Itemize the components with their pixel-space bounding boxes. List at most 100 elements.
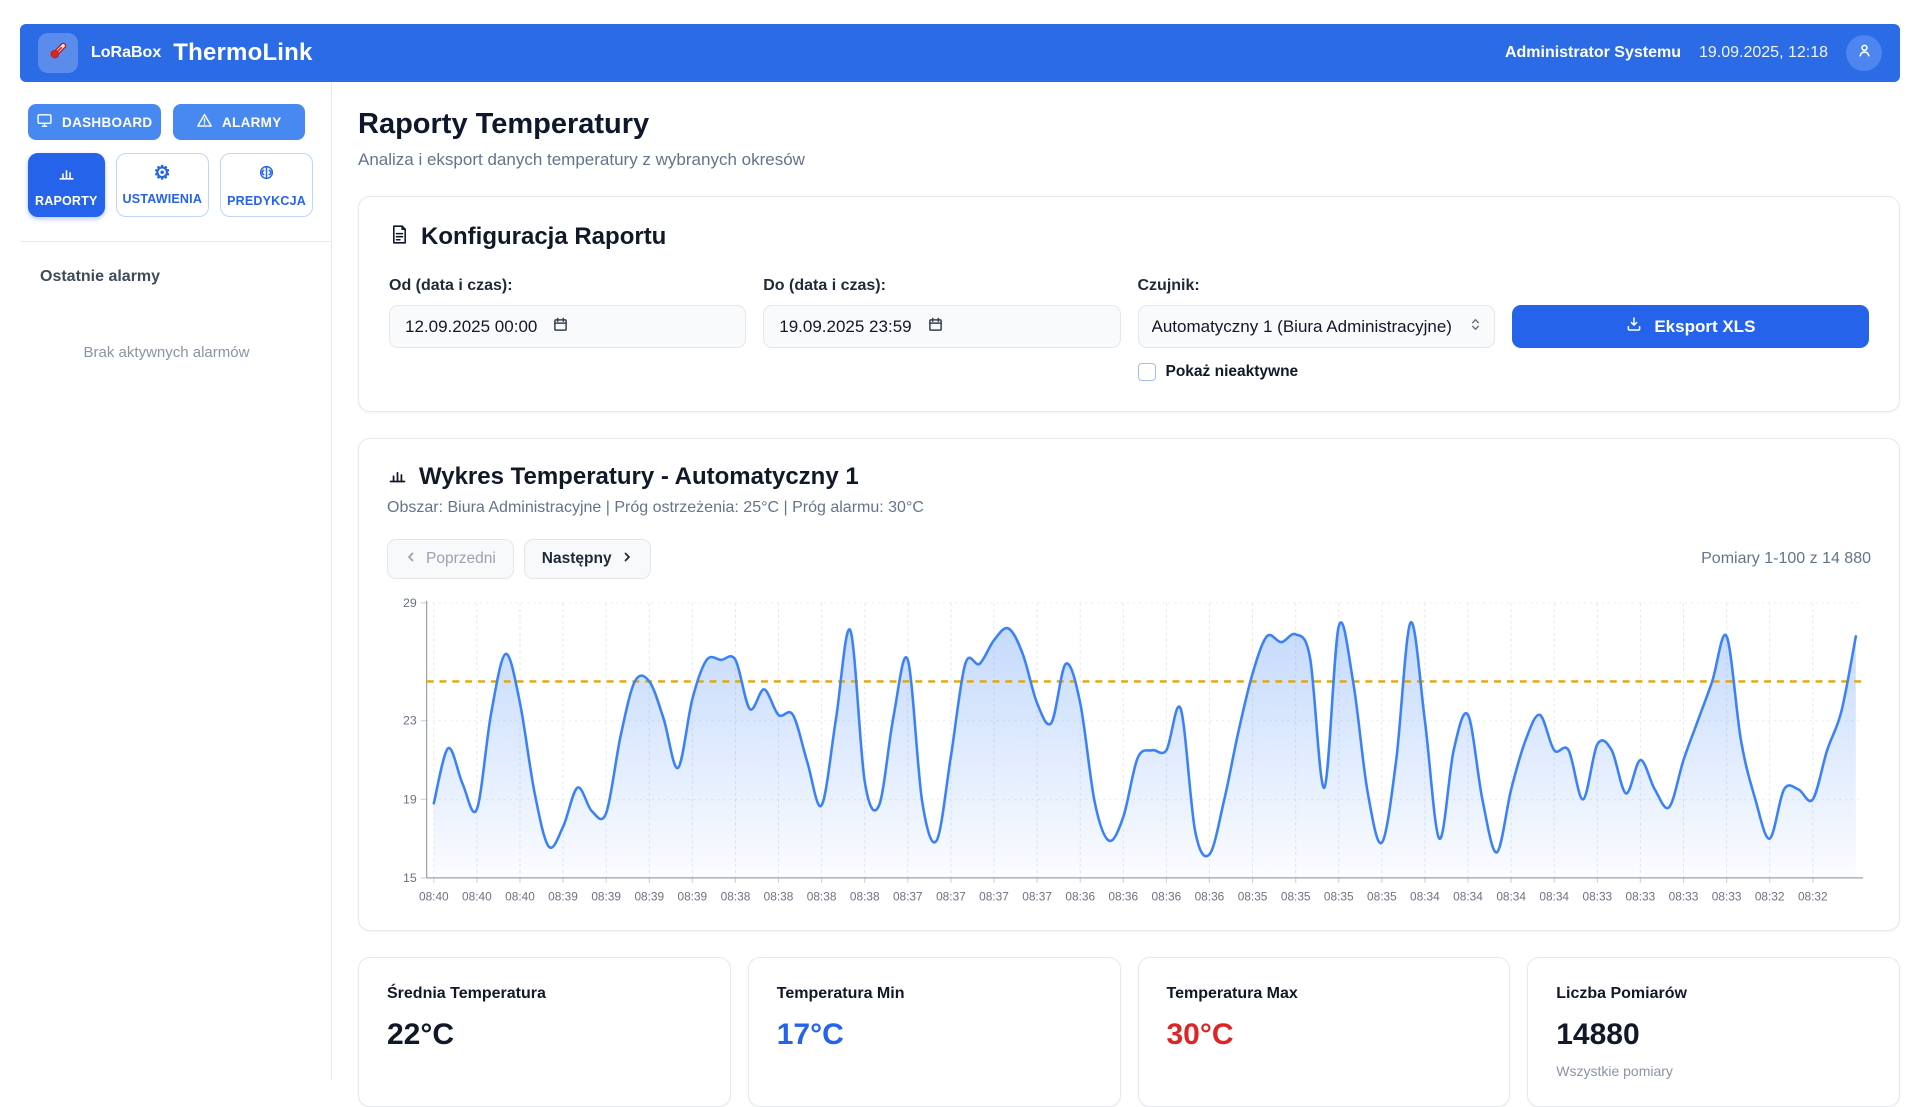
header-datetime: 19.09.2025, 12:18 <box>1699 44 1828 62</box>
alarms-heading: Ostatnie alarmy <box>28 268 305 286</box>
calendar-icon[interactable] <box>928 317 943 337</box>
to-datetime-input[interactable]: 19.09.2025 23:59 <box>763 305 1120 348</box>
svg-text:08:38: 08:38 <box>850 890 880 904</box>
stat-card-average: Średnia Temperatura 22°C <box>358 957 731 1107</box>
svg-text:15: 15 <box>403 871 417 885</box>
page-root: LoRaBox ThermoLink Administrator Systemu… <box>0 0 1920 1080</box>
sidebar-item-label: DASHBOARD <box>62 115 152 130</box>
svg-text:08:39: 08:39 <box>591 890 621 904</box>
sidebar-item-ustawienia[interactable]: ⚙ USTAWIENIA <box>116 153 210 217</box>
chevron-up-down-icon <box>1470 317 1481 337</box>
svg-text:08:35: 08:35 <box>1367 890 1397 904</box>
sidebar-item-predykcja[interactable]: PREDYKCJA <box>220 153 313 217</box>
svg-text:08:33: 08:33 <box>1582 890 1612 904</box>
sidebar-item-label: PREDYKCJA <box>227 194 306 208</box>
svg-text:08:36: 08:36 <box>1152 890 1182 904</box>
stat-card-count: Liczba Pomiarów 14880 Wszystkie pomiary <box>1527 957 1900 1107</box>
sidebar-item-alarmy[interactable]: ALARMY <box>173 104 306 140</box>
sensor-select-value: Automatyczny 1 (Biura Administracyjne) <box>1152 317 1452 337</box>
from-datetime-input[interactable]: 12.09.2025 00:00 <box>389 305 746 348</box>
stat-value: 14880 <box>1556 1018 1871 1052</box>
svg-text:23: 23 <box>403 714 417 728</box>
sensor-select[interactable]: Automatyczny 1 (Biura Administracyjne) <box>1138 305 1495 348</box>
gear-icon: ⚙ <box>154 164 171 183</box>
svg-text:08:35: 08:35 <box>1281 890 1311 904</box>
page-title: Raporty Temperatury <box>358 108 1900 141</box>
alarms-empty-text: Brak aktywnych alarmów <box>28 344 305 361</box>
export-button-label: Eksport XLS <box>1654 317 1755 337</box>
svg-text:08:37: 08:37 <box>893 890 923 904</box>
sidebar-item-dashboard[interactable]: DASHBOARD <box>28 104 161 140</box>
svg-text:08:38: 08:38 <box>721 890 751 904</box>
brain-icon <box>257 163 276 185</box>
export-xls-button[interactable]: Eksport XLS <box>1512 305 1869 348</box>
from-label: Od (data i czas): <box>389 277 746 295</box>
show-inactive-checkbox[interactable] <box>1138 363 1156 381</box>
stat-label: Średnia Temperatura <box>387 985 702 1003</box>
show-inactive-label[interactable]: Pokaż nieaktywne <box>1166 363 1299 381</box>
svg-text:08:33: 08:33 <box>1712 890 1742 904</box>
svg-text:08:34: 08:34 <box>1410 890 1440 904</box>
document-icon <box>389 224 410 250</box>
pagination-info: Pomiary 1-100 z 14 880 <box>1701 550 1871 568</box>
svg-text:08:39: 08:39 <box>677 890 707 904</box>
svg-text:08:39: 08:39 <box>548 890 578 904</box>
previous-button-label: Poprzedni <box>426 550 496 568</box>
from-datetime-value: 12.09.2025 00:00 <box>405 317 537 337</box>
svg-text:08:34: 08:34 <box>1539 890 1569 904</box>
svg-text:29: 29 <box>403 596 417 610</box>
stat-label: Liczba Pomiarów <box>1556 985 1871 1003</box>
svg-text:08:40: 08:40 <box>419 890 449 904</box>
bar-chart-icon <box>387 464 408 490</box>
svg-text:08:36: 08:36 <box>1108 890 1138 904</box>
svg-text:08:39: 08:39 <box>634 890 664 904</box>
stat-value: 30°C <box>1167 1018 1482 1052</box>
stats-row: Średnia Temperatura 22°C Temperatura Min… <box>358 957 1900 1107</box>
temperature-chart-card: Wykres Temperatury - Automatyczny 1 Obsz… <box>358 438 1900 931</box>
user-avatar[interactable] <box>1846 35 1882 71</box>
svg-text:08:40: 08:40 <box>505 890 535 904</box>
person-icon <box>1855 41 1874 65</box>
svg-text:19: 19 <box>403 792 417 806</box>
bar-chart-icon <box>57 163 76 185</box>
svg-text:08:36: 08:36 <box>1195 890 1225 904</box>
from-field-group: Od (data i czas): 12.09.2025 00:00 <box>389 277 746 348</box>
next-page-button[interactable]: Następny <box>524 539 651 579</box>
calendar-icon[interactable] <box>553 317 568 337</box>
brand-large: ThermoLink <box>173 39 312 67</box>
report-config-card: Konfiguracja Raportu Od (data i czas): 1… <box>358 196 1900 412</box>
stat-value: 17°C <box>777 1018 1092 1052</box>
stat-card-max: Temperatura Max 30°C <box>1138 957 1511 1107</box>
app-header: LoRaBox ThermoLink Administrator Systemu… <box>20 24 1900 82</box>
svg-text:08:37: 08:37 <box>979 890 1009 904</box>
svg-text:08:33: 08:33 <box>1626 890 1656 904</box>
temperature-chart: 08:40 08:40 08:40 08:39 08:39 08:39 08:39 08:38… <box>387 593 1871 908</box>
export-field-group: Eksport XLS <box>1512 277 1869 348</box>
to-label: Do (data i czas): <box>763 277 1120 295</box>
app-logo <box>38 33 78 73</box>
next-button-label: Następny <box>542 550 612 568</box>
svg-text:08:40: 08:40 <box>462 890 492 904</box>
to-field-group: Do (data i czas): 19.09.2025 23:59 <box>763 277 1120 348</box>
svg-text:08:35: 08:35 <box>1238 890 1268 904</box>
sidebar-divider <box>20 241 331 242</box>
sensor-label: Czujnik: <box>1138 277 1495 295</box>
sensor-field-group: Czujnik: Automatyczny 1 (Biura Administr… <box>1138 277 1495 348</box>
sidebar-item-raporty[interactable]: RAPORTY <box>28 153 105 217</box>
svg-text:08:35: 08:35 <box>1324 890 1354 904</box>
thermometer-icon <box>47 39 70 67</box>
svg-text:08:33: 08:33 <box>1669 890 1699 904</box>
sidebar-item-label: RAPORTY <box>35 194 98 208</box>
page-subtitle: Analiza i eksport danych temperatury z w… <box>358 150 1900 170</box>
sidebar-item-label: USTAWIENIA <box>123 192 203 206</box>
warning-triangle-icon <box>196 112 213 132</box>
svg-text:08:36: 08:36 <box>1065 890 1095 904</box>
chart-card-subtitle: Obszar: Biura Administracyjne | Próg ost… <box>387 499 1871 517</box>
temperature-chart-svg: 08:40 08:40 08:40 08:39 08:39 08:39 08:39 08:38… <box>387 593 1871 908</box>
chevron-left-icon <box>405 550 417 568</box>
monitor-icon <box>36 112 53 132</box>
stat-caption: Wszystkie pomiary <box>1556 1063 1871 1079</box>
svg-text:08:34: 08:34 <box>1453 890 1483 904</box>
previous-page-button[interactable]: Poprzedni <box>387 539 514 579</box>
svg-text:08:32: 08:32 <box>1798 890 1828 904</box>
